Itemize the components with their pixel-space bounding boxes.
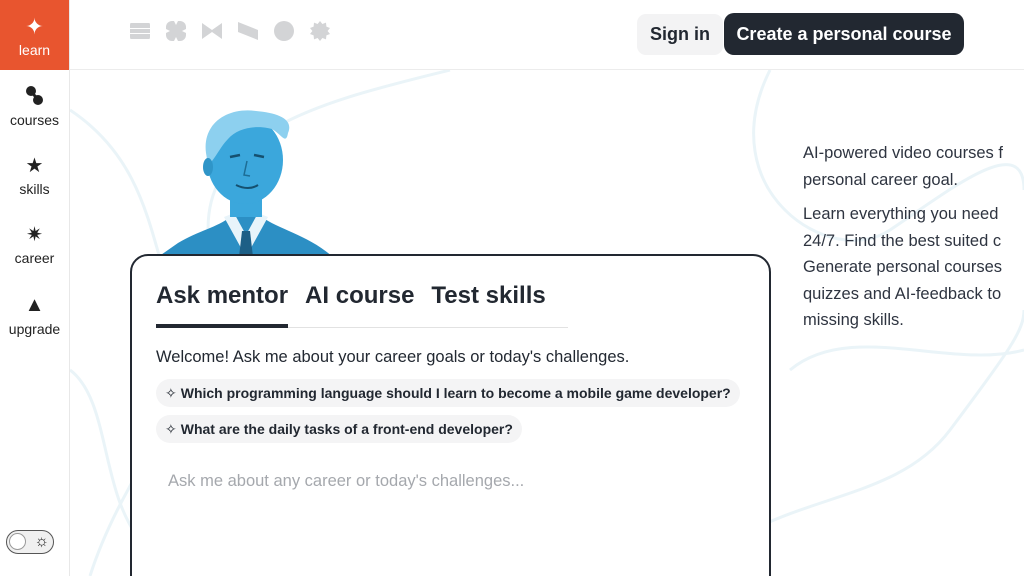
description-line: missing skills.: [803, 311, 904, 329]
mentor-portrait: [158, 110, 333, 257]
description-line: personal career goal.: [803, 170, 959, 189]
tab-test-skills[interactable]: Test skills: [431, 282, 545, 327]
partner-logo-1: [130, 23, 150, 39]
partner-logo-5: [274, 21, 294, 41]
sidebar-item-label: courses: [9, 112, 60, 128]
description-line: quizzes and AI-feedback to: [803, 284, 1002, 303]
top-header: Sign in Create a personal course: [70, 0, 1024, 70]
triangle-up-icon: ▲: [24, 293, 45, 316]
courses-icon: [25, 84, 45, 108]
partner-logo-2: [166, 21, 186, 41]
partner-logo-6: [310, 21, 330, 41]
partner-logos: [130, 21, 330, 41]
burst-icon: ✷: [26, 223, 43, 246]
partner-logo-3: [202, 23, 222, 39]
suggestion-text: What are the daily tasks of a front-end …: [180, 421, 513, 437]
tab-ask-mentor[interactable]: Ask mentor: [156, 282, 289, 328]
tab-ai-course[interactable]: AI course: [305, 282, 414, 327]
suggestion-chip[interactable]: ✧ What are the daily tasks of a front-end…: [156, 415, 522, 443]
description-line: Learn everything you need: [803, 205, 999, 223]
suggestion-text: Which programming language should I lear…: [180, 385, 731, 401]
sparkle-icon: ✦: [25, 14, 44, 39]
suggestion-chip[interactable]: ✧ Which programming language should I lea…: [156, 379, 740, 407]
toggle-knob: [9, 533, 26, 550]
sparkle-icon: ✧: [165, 421, 177, 437]
sidebar-item-label: upgrade: [8, 321, 61, 337]
sidebar-item-label: career: [14, 250, 55, 266]
create-course-button[interactable]: Create a personal course: [724, 13, 964, 55]
sidebar-item-learn[interactable]: ✦ learn: [0, 0, 69, 70]
sign-in-button[interactable]: Sign in: [637, 14, 723, 55]
star-icon: ★: [25, 154, 44, 177]
theme-toggle[interactable]: ☼: [6, 530, 54, 554]
sidebar-item-label: learn: [18, 42, 51, 58]
description-line: AI-powered video courses f: [803, 144, 1003, 162]
partner-logo-4: [238, 22, 258, 40]
sidebar: ✦ learn courses ★ skills ✷ career ▲ upgr…: [0, 0, 70, 576]
welcome-text: Welcome! Ask me about your career goals …: [156, 348, 630, 366]
sidebar-item-skills[interactable]: ★ skills: [0, 153, 69, 198]
sidebar-item-courses[interactable]: courses: [0, 84, 69, 128]
description-line: 24/7. Find the best suited c: [803, 231, 1002, 250]
sparkle-icon: ✧: [165, 385, 177, 401]
sidebar-item-upgrade[interactable]: ▲ upgrade: [0, 293, 69, 338]
sun-icon: ☼: [34, 533, 49, 550]
sidebar-item-label: skills: [19, 181, 50, 197]
sidebar-item-career[interactable]: ✷ career: [0, 222, 69, 267]
product-description: AI-powered video courses f personal care…: [803, 140, 1024, 342]
mentor-card: Ask mentor AI course Test skills Welcome…: [130, 254, 771, 576]
description-line: Generate personal courses: [803, 258, 1003, 276]
ask-mentor-input[interactable]: [156, 466, 746, 496]
card-tabs: Ask mentor AI course Test skills: [156, 282, 568, 328]
